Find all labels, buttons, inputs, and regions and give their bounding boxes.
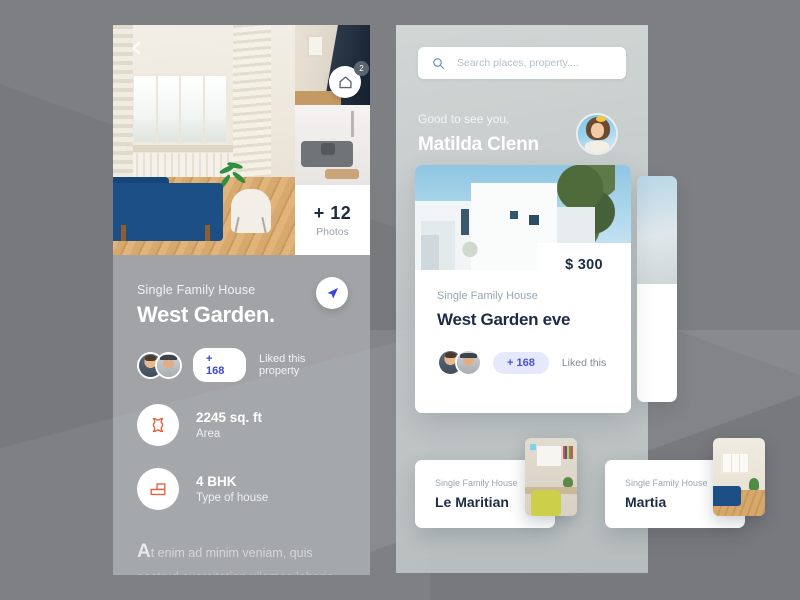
mini-card-title: Le Maritian	[435, 494, 509, 510]
avatar	[155, 351, 182, 379]
chevron-left-icon	[132, 41, 141, 55]
mini-card-thumbnail[interactable]	[525, 438, 577, 516]
property-category: Single Family House	[137, 283, 256, 297]
property-title: West Garden.	[137, 302, 275, 327]
home-badge-count: 2	[354, 61, 369, 76]
card-title: West Garden eve	[437, 310, 571, 329]
type-label: Type of house	[196, 492, 269, 504]
back-button[interactable]	[129, 40, 145, 56]
mini-card-category: Single Family House	[435, 478, 518, 488]
screenshot-canvas: + 12 Photos 2 Single Family House West G…	[0, 0, 800, 600]
likes-row: + 168 Liked this property	[137, 348, 346, 382]
gallery-thumb-2[interactable]	[295, 105, 370, 185]
search-placeholder: Search places, property....	[457, 57, 579, 69]
property-card-next-peek[interactable]	[637, 176, 677, 402]
description-text: t enim ad minim veniam, quis nostrud exe…	[137, 546, 333, 575]
description-dropcap: A	[137, 541, 151, 562]
phone-screen-property-detail: + 12 Photos 2 Single Family House West G…	[113, 25, 370, 575]
navigation-arrow-icon	[326, 287, 338, 299]
gallery-side-column: + 12 Photos	[295, 25, 370, 255]
greeting-block: Good to see you, Matilda Clenn	[418, 112, 539, 156]
feature-type: 4 BHK Type of house	[137, 468, 346, 510]
photo-gallery: + 12 Photos 2	[113, 25, 370, 255]
type-value: 4 BHK	[196, 474, 237, 489]
area-frame-icon	[137, 404, 179, 446]
feature-area: 2245 sq. ft Area	[137, 404, 346, 446]
mini-card-title: Martia	[625, 494, 667, 510]
greeting-salutation: Good to see you,	[418, 112, 510, 126]
area-label: Area	[196, 428, 221, 440]
liker-avatars[interactable]	[137, 351, 182, 379]
avatar	[455, 349, 482, 376]
home-icon	[338, 76, 352, 88]
card-likes-row: + 168 Liked this	[437, 349, 609, 376]
photos-count: + 12	[313, 202, 352, 223]
card-likes-label: Liked this	[561, 356, 607, 369]
likes-label: Liked this property	[258, 353, 306, 377]
property-card-featured[interactable]: $ 300 Single Family House West Garden ev…	[415, 165, 631, 413]
greeting-user-name: Matilda Clenn	[418, 134, 539, 155]
liker-avatars[interactable]	[437, 349, 482, 376]
navigate-button[interactable]	[316, 277, 348, 309]
property-detail-body: Single Family House West Garden. + 168 L…	[113, 255, 370, 575]
mini-card-category: Single Family House	[625, 478, 708, 488]
room-windowsill	[125, 145, 237, 152]
gallery-main-photo[interactable]	[113, 25, 295, 255]
card-category: Single Family House	[437, 290, 538, 302]
mini-card-thumbnail[interactable]	[713, 438, 765, 516]
property-description: At enim ad minim veniam, quis nostrud ex…	[137, 536, 346, 575]
room-window	[131, 73, 229, 145]
search-input[interactable]: Search places, property....	[418, 47, 626, 79]
photos-label: Photos	[316, 225, 349, 238]
room-chair	[231, 189, 271, 234]
sofa-icon	[137, 468, 179, 510]
likes-count-pill[interactable]: + 168	[193, 348, 246, 382]
price-badge: $ 300	[537, 243, 631, 287]
more-photos-button[interactable]: + 12 Photos	[295, 185, 370, 255]
user-avatar[interactable]	[576, 113, 618, 155]
room-sofa	[113, 183, 223, 241]
search-icon	[433, 57, 444, 69]
card-likes-count-pill[interactable]: + 168	[493, 351, 549, 374]
area-value: 2245 sq. ft	[196, 410, 263, 425]
